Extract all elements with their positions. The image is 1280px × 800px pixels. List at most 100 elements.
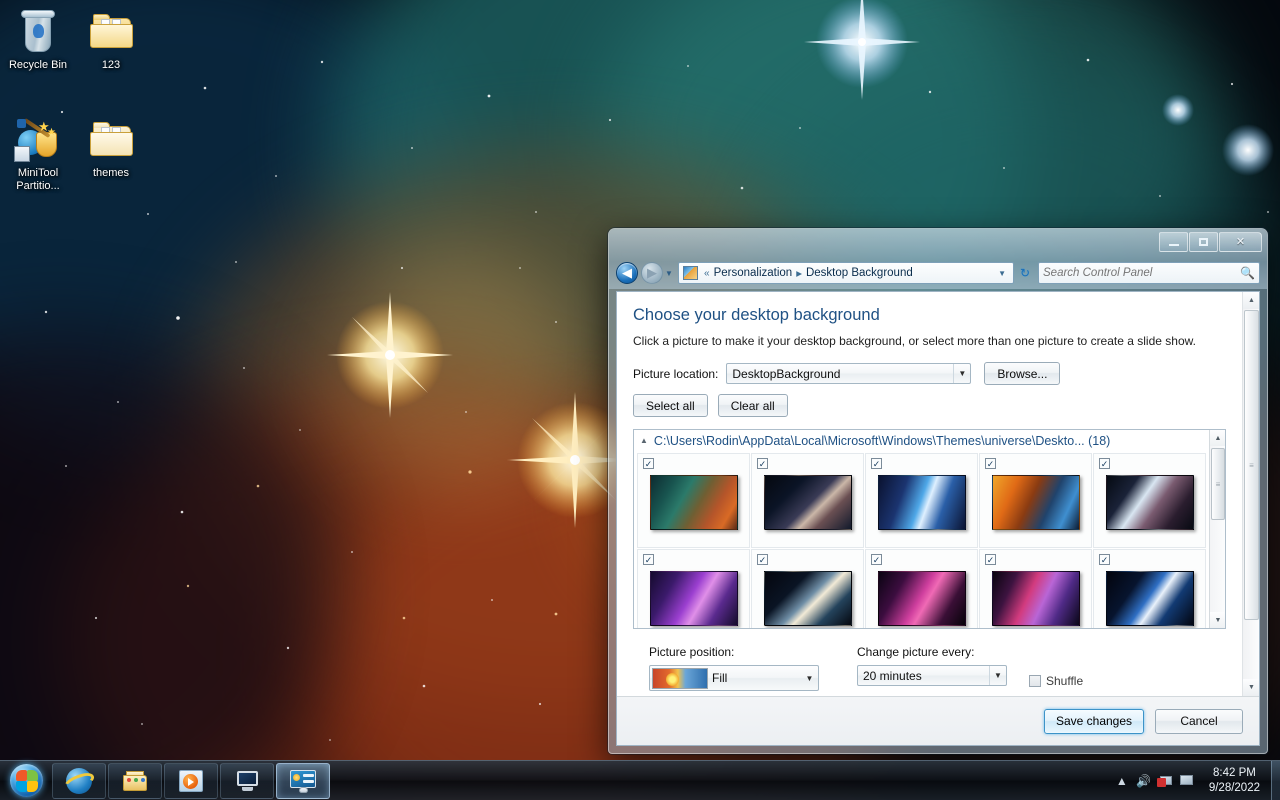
window-controls: ✕ [1159, 232, 1262, 252]
folder-path-label: C:\Users\Rodin\AppData\Local\Microsoft\W… [653, 434, 1111, 448]
volume-icon[interactable]: 🔊 [1133, 770, 1155, 792]
network-icon[interactable] [1177, 770, 1199, 792]
thumbnail-checkbox[interactable]: ✓ [985, 458, 996, 469]
settings-pane: Choose your desktop background Click a p… [617, 292, 1242, 696]
start-button[interactable] [2, 762, 50, 800]
thumbnail-preview [764, 475, 852, 530]
thumbnail-preview [878, 571, 966, 626]
desktop-icon-123[interactable]: 123 [73, 8, 149, 72]
thumbnail-checkbox[interactable]: ✓ [1099, 458, 1110, 469]
clock-date: 9/28/2022 [1208, 781, 1260, 794]
desktop-background-window: ✕ ◀ ▶ ▼ « Personalization ▸ Desktop Back… [608, 228, 1268, 754]
window-titlebar[interactable]: ✕ [609, 229, 1267, 257]
cancel-button[interactable]: Cancel [1155, 708, 1243, 734]
thumbnail-item[interactable]: ✓ [979, 453, 1092, 548]
desktop-icon-label: 123 [101, 59, 121, 71]
picture-location-label: Picture location: [633, 366, 719, 381]
search-input[interactable] [1043, 267, 1241, 279]
scroll-down-icon[interactable]: ▼ [1243, 679, 1259, 696]
taskbar-media-player[interactable] [164, 762, 218, 799]
thumbnail-checkbox[interactable]: ✓ [871, 554, 882, 565]
browse-button[interactable]: Browse... [984, 362, 1061, 385]
dialog-footer: Save changes Cancel [617, 696, 1259, 745]
taskbar: ▲ 🔊 8:42 PM 9/28/2022 [0, 760, 1280, 800]
thumbnail-checkbox[interactable]: ✓ [643, 458, 654, 469]
navigation-bar: ◀ ▶ ▼ « Personalization ▸ Desktop Backgr… [616, 258, 1260, 288]
show-hidden-icons-icon[interactable]: ▲ [1111, 770, 1133, 792]
breadcrumb-overflow-icon[interactable]: « [702, 267, 712, 280]
thumbnail-item[interactable]: ✓ [1093, 453, 1206, 548]
back-icon[interactable]: ◀ [616, 262, 638, 284]
slideshow-controls: Picture position: Fill ▼ Change picture … [633, 629, 1226, 691]
forward-icon[interactable]: ▶ [641, 262, 663, 284]
chevron-down-icon[interactable]: ▼ [989, 666, 1006, 685]
action-center-flag-icon[interactable] [1155, 770, 1177, 792]
clear-all-button[interactable]: Clear all [717, 394, 788, 417]
picture-position-group: Picture position: Fill ▼ [649, 645, 819, 691]
pane-scrollbar-thumb[interactable]: ≡ [1244, 310, 1259, 620]
shuffle-checkbox[interactable] [1029, 675, 1041, 687]
gallery-folder-header[interactable]: ▲ C:\Users\Rodin\AppData\Local\Microsoft… [634, 430, 1209, 453]
taskbar-internet-explorer[interactable] [52, 762, 106, 799]
refresh-icon[interactable]: ↻ [1016, 263, 1034, 283]
change-interval-value: 20 minutes [863, 668, 922, 683]
thumbnail-item[interactable]: ✓ [865, 549, 978, 628]
thumbnail-item[interactable]: ✓ [1093, 549, 1206, 628]
save-changes-button[interactable]: Save changes [1044, 708, 1144, 734]
picture-location-dropdown[interactable]: DesktopBackground ▼ [726, 363, 972, 384]
thumbnail-checkbox[interactable]: ✓ [643, 554, 654, 565]
thumbnail-item[interactable]: ✓ [637, 549, 750, 628]
change-interval-dropdown[interactable]: 20 minutes ▼ [857, 665, 1007, 686]
breadcrumb-desktop-background[interactable]: Desktop Background [804, 266, 915, 280]
gallery-scrollbar[interactable]: ▲ ≡ ▼ [1209, 430, 1225, 628]
thumbnail-preview [1106, 475, 1194, 530]
address-chevron-down-icon[interactable]: ▼ [993, 269, 1011, 278]
desktop-icon-themes[interactable]: themes [73, 116, 149, 180]
thumbnail-preview [764, 571, 852, 626]
chevron-down-icon[interactable]: ▼ [801, 669, 818, 688]
thumbnail-item[interactable]: ✓ [637, 453, 750, 548]
scroll-down-icon[interactable]: ▼ [1210, 612, 1225, 628]
shuffle-group[interactable]: Shuffle [1029, 674, 1083, 691]
scroll-up-icon[interactable]: ▲ [1210, 430, 1225, 446]
search-icon[interactable]: 🔍 [1240, 266, 1255, 280]
scroll-up-icon[interactable]: ▲ [1243, 292, 1259, 309]
thumbnail-checkbox[interactable]: ✓ [757, 554, 768, 565]
show-desktop-button[interactable] [1271, 760, 1280, 800]
search-box[interactable]: 🔍 [1038, 262, 1260, 284]
change-picture-group: Change picture every: 20 minutes ▼ [857, 645, 1007, 691]
maximize-button[interactable] [1189, 232, 1218, 252]
thumbnail-item[interactable]: ✓ [751, 453, 864, 548]
pane-scrollbar[interactable]: ▲ ≡ ▼ [1242, 292, 1259, 696]
thumbnail-checkbox[interactable]: ✓ [1099, 554, 1110, 565]
minimize-button[interactable] [1159, 232, 1188, 252]
address-bar[interactable]: « Personalization ▸ Desktop Background ▼ [678, 262, 1014, 284]
desktop-icon-minitool-partition[interactable]: ★ ★ MiniTool Partitio... [0, 116, 76, 193]
change-picture-label: Change picture every: [857, 645, 975, 659]
page-subtitle: Click a picture to make it your desktop … [633, 334, 1196, 348]
breadcrumb-separator-icon: ▸ [796, 268, 802, 280]
thumbnail-checkbox[interactable]: ✓ [985, 554, 996, 565]
chevron-down-icon[interactable]: ▼ [953, 364, 970, 383]
taskbar-windows-explorer[interactable] [108, 762, 162, 799]
thumbnail-checkbox[interactable]: ✓ [871, 458, 882, 469]
clock-time: 8:42 PM [1213, 766, 1256, 779]
thumbnail-item[interactable]: ✓ [751, 549, 864, 628]
taskbar-control-panel[interactable] [276, 762, 330, 799]
picture-position-dropdown[interactable]: Fill ▼ [649, 665, 819, 691]
page-title: Choose your desktop background [633, 306, 880, 324]
picture-gallery: ▲ C:\Users\Rodin\AppData\Local\Microsoft… [633, 429, 1226, 629]
thumbnail-checkbox[interactable]: ✓ [757, 458, 768, 469]
breadcrumb-personalization[interactable]: Personalization [712, 266, 795, 280]
taskbar-computer[interactable] [220, 762, 274, 799]
gallery-scrollbar-thumb[interactable]: ≡ [1211, 448, 1225, 520]
collapse-triangle-icon[interactable]: ▲ [640, 436, 648, 445]
desktop-icon-recycle-bin[interactable]: Recycle Bin [0, 8, 76, 72]
thumbnail-item[interactable]: ✓ [979, 549, 1092, 628]
recent-pages-chevron-down-icon[interactable]: ▼ [663, 269, 675, 278]
clock[interactable]: 8:42 PM 9/28/2022 [1199, 766, 1269, 796]
shuffle-label: Shuffle [1046, 674, 1084, 688]
thumbnail-item[interactable]: ✓ [865, 453, 978, 548]
select-all-button[interactable]: Select all [633, 394, 708, 417]
close-button[interactable]: ✕ [1219, 232, 1262, 252]
